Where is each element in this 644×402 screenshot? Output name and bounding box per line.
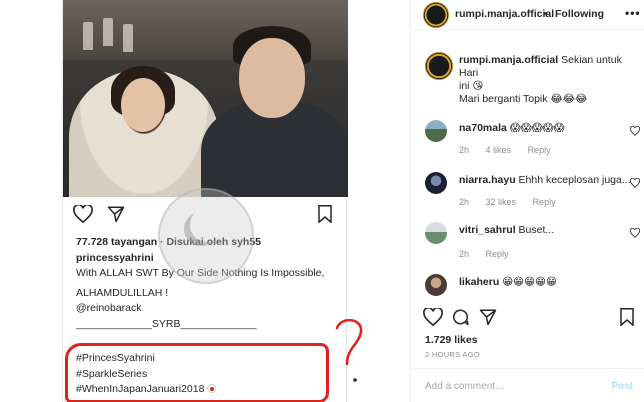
comment-text: vitri_sahrul Buset... xyxy=(459,224,639,237)
comment-icon[interactable] xyxy=(451,308,470,326)
comment-item: niarra.hayu Ehhh keceplosan juga... 2h 3… xyxy=(425,172,640,212)
comment-body: Ehhh keceplosan juga... xyxy=(518,174,631,186)
comment-body: Buset... xyxy=(518,224,555,236)
post-photo[interactable] xyxy=(63,0,348,197)
caption-line: ALHAMDULILLAH ! xyxy=(76,286,169,299)
heart-icon[interactable] xyxy=(630,126,640,136)
heart-icon[interactable] xyxy=(630,178,640,188)
caption-body: Mari berganti Topik 😂😂😂 xyxy=(459,93,588,105)
comment-username[interactable]: likaheru xyxy=(459,276,499,288)
comment-body: 😁😁😁😁😁 xyxy=(502,276,557,288)
reply-button[interactable]: Reply xyxy=(528,145,551,155)
post-screenshot-area: 77.728 tayangan · Disukai oleh syh55 pri… xyxy=(0,0,410,402)
photo-glass xyxy=(83,22,93,50)
timestamp: 2 HOURS AGO xyxy=(425,350,480,359)
comment-text: na70mala 😱😱😱😱😱 xyxy=(459,122,639,135)
comment-username[interactable]: vitri_sahrul xyxy=(459,224,516,236)
more-icon[interactable]: ••• xyxy=(625,6,641,20)
avatar[interactable] xyxy=(423,2,449,28)
photo-woman-face xyxy=(121,78,165,132)
send-icon[interactable] xyxy=(107,205,125,223)
comment-age: 2h xyxy=(459,197,470,207)
comment-input[interactable]: Add a comment... xyxy=(425,381,503,392)
comment-meta: 2h 4 likes Reply xyxy=(459,144,565,157)
comment-likes[interactable]: 32 likes xyxy=(486,197,517,207)
comment-item: likaheru 😁😁😁😁😁 xyxy=(425,274,640,304)
post-button[interactable]: Post xyxy=(611,381,633,392)
caption-text: rumpi.manja.official Sekian untuk Hari i… xyxy=(459,54,639,106)
moon-icon xyxy=(190,208,224,242)
panel-action-bar xyxy=(423,308,638,330)
comment-panel: rumpi.manja.official • Following ••• rum… xyxy=(410,0,644,402)
comment-meta: 2h Reply xyxy=(459,248,523,261)
caption-divider: _____________SYRB_____________ xyxy=(76,317,257,330)
photo-glass xyxy=(103,18,113,46)
comment-username[interactable]: niarra.hayu xyxy=(459,174,516,186)
comment-age: 2h xyxy=(459,145,470,155)
likes-count[interactable]: 1.729 likes xyxy=(425,334,478,346)
avatar[interactable] xyxy=(425,172,447,194)
header-username[interactable]: rumpi.manja.official xyxy=(455,8,554,20)
heart-icon[interactable] xyxy=(630,228,640,238)
add-comment-bar: Add a comment... Post xyxy=(411,368,644,402)
reply-button[interactable]: Reply xyxy=(486,249,509,259)
reply-button[interactable]: Reply xyxy=(533,197,556,207)
comment-item: vitri_sahrul Buset... 2h Reply xyxy=(425,222,640,262)
caption-body: ini 😘 xyxy=(459,80,484,92)
watermark-logo xyxy=(158,188,254,284)
heart-icon[interactable] xyxy=(73,205,93,223)
photo-man-face xyxy=(239,38,305,118)
comment-item: na70mala 😱😱😱😱😱 2h 4 likes Reply xyxy=(425,120,640,160)
highlight-annotation xyxy=(65,343,329,402)
bookmark-icon[interactable] xyxy=(619,308,635,326)
comment-username[interactable]: rumpi.manja.official xyxy=(459,54,558,66)
avatar[interactable] xyxy=(425,120,447,142)
bookmark-icon[interactable] xyxy=(317,205,333,223)
send-icon[interactable] xyxy=(479,308,497,326)
comment-username[interactable]: na70mala xyxy=(459,122,507,134)
comment-text: niarra.hayu Ehhh keceplosan juga... xyxy=(459,174,639,187)
comment-body: 😱😱😱😱😱 xyxy=(509,122,565,134)
question-mark-annotation xyxy=(335,319,363,382)
comment-text: likaheru 😁😁😁😁😁 xyxy=(459,276,639,289)
separator-dot: • xyxy=(544,8,548,20)
following-button[interactable]: Following xyxy=(555,8,604,20)
post-header: rumpi.manja.official • Following ••• xyxy=(411,0,644,30)
mention-link[interactable]: @reinobarack xyxy=(76,301,341,317)
avatar[interactable] xyxy=(425,222,447,244)
avatar[interactable] xyxy=(425,274,447,296)
caption-comment: rumpi.manja.official Sekian untuk Hari i… xyxy=(425,48,640,105)
avatar[interactable] xyxy=(425,52,453,80)
heart-icon[interactable] xyxy=(423,308,443,326)
comment-likes[interactable]: 4 likes xyxy=(486,145,512,155)
post-card: 77.728 tayangan · Disukai oleh syh55 pri… xyxy=(62,0,363,402)
photo-glass xyxy=(123,24,133,52)
comment-age: 2h xyxy=(459,249,470,259)
comment-meta: 2h 32 likes Reply xyxy=(459,196,570,209)
